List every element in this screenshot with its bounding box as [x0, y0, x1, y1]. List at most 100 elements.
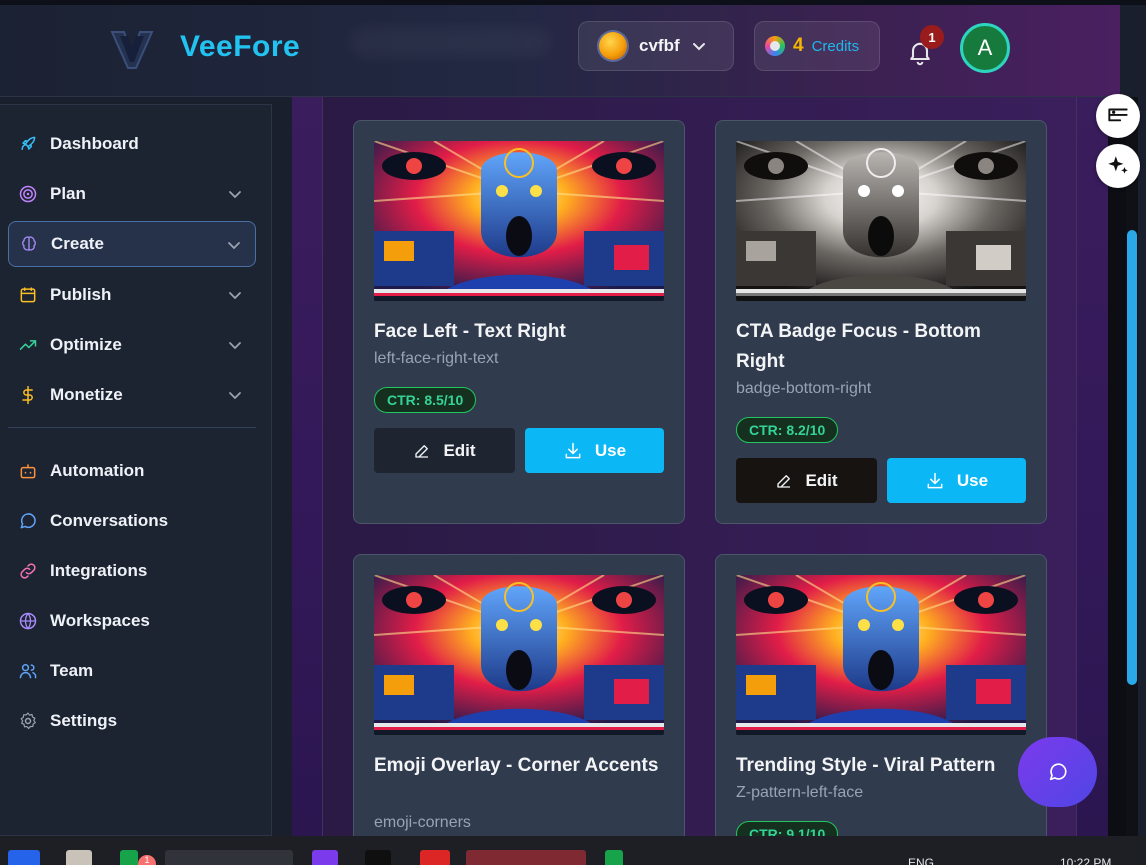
ai-assist-button[interactable]: [1096, 144, 1140, 188]
sidebar-item-conversations[interactable]: Conversations: [8, 498, 256, 544]
browser-window-tab[interactable]: [165, 850, 293, 865]
sidebar-item-label: Create: [51, 234, 104, 253]
sidebar-item-label: Conversations: [50, 511, 169, 530]
template-thumbnail[interactable]: [374, 575, 664, 735]
ctr-badge: CTR: 9.1/10: [736, 821, 839, 836]
template-slug: emoji-corners: [374, 814, 471, 831]
pencil-icon: [777, 474, 791, 488]
template-thumbnail[interactable]: [736, 575, 1026, 735]
sidebar-item-integrations[interactable]: Integrations: [8, 548, 256, 594]
workspace-name: cvfbf: [639, 36, 680, 55]
notification-badge: 1: [920, 25, 944, 49]
brain-icon: [22, 236, 36, 251]
users-icon: [19, 664, 37, 679]
chevron-down-icon: [229, 292, 241, 300]
template-title: Trending Style - Viral Pattern: [736, 755, 996, 776]
template-card[interactable]: Emoji Overlay - Corner Accents emoji-cor…: [353, 554, 685, 836]
ctr-badge: CTR: 8.5/10: [374, 387, 477, 413]
globe-icon: [19, 612, 37, 630]
veefore-logo-icon[interactable]: [110, 28, 154, 70]
workspace-avatar: [599, 32, 627, 60]
app-icon[interactable]: [365, 850, 391, 865]
sidebar: Dashboard Plan Create Publish Optimize M…: [0, 104, 272, 836]
sparkles-icon: [1108, 156, 1128, 174]
edit-button[interactable]: Edit: [736, 458, 877, 503]
use-button[interactable]: Use: [887, 458, 1026, 503]
credits-button[interactable]: 4 Credits: [754, 21, 880, 71]
sidebar-item-automation[interactable]: Automation: [8, 448, 256, 494]
taskbar-badge: 1: [138, 855, 156, 865]
bot-icon: [20, 464, 36, 479]
sidebar-item-monetize[interactable]: Monetize: [8, 372, 256, 418]
template-card[interactable]: CTA Badge Focus - Bottom Right badge-bot…: [715, 120, 1047, 524]
template-thumbnail[interactable]: [374, 141, 664, 301]
sidebar-item-settings[interactable]: Settings: [8, 698, 256, 744]
credits-coin-icon: [765, 36, 785, 56]
edit-label: Edit: [805, 470, 838, 490]
sidebar-divider: [8, 427, 256, 428]
sidebar-item-plan[interactable]: Plan: [8, 171, 256, 217]
ctr-badge: CTR: 8.2/10: [736, 417, 839, 443]
sidebar-item-workspaces[interactable]: Workspaces: [8, 598, 256, 644]
template-slug: Z-pattern-left-face: [736, 784, 864, 801]
sidebar-item-optimize[interactable]: Optimize: [8, 322, 256, 368]
use-button[interactable]: Use: [525, 428, 664, 473]
user-avatar[interactable]: A: [960, 23, 1010, 73]
template-card[interactable]: Trending Style - Viral Pattern Z-pattern…: [715, 554, 1047, 836]
sidebar-item-label: Optimize: [50, 335, 122, 354]
gear-icon: [20, 712, 36, 730]
download-icon: [565, 442, 581, 458]
brand-name[interactable]: VeeFore: [180, 30, 300, 64]
template-title: Face Left - Text Right: [374, 321, 566, 342]
sidebar-item-label: Plan: [50, 184, 86, 203]
download-icon: [927, 472, 943, 488]
workspace-switcher[interactable]: cvfbf: [578, 21, 734, 71]
edit-label: Edit: [443, 440, 476, 460]
rocket-icon: [21, 136, 36, 150]
scrollbar-thumb[interactable]: [1127, 230, 1137, 685]
message-circle-icon: [1049, 763, 1067, 781]
chevron-down-icon: [229, 191, 241, 199]
app-icon[interactable]: [605, 850, 623, 865]
chevron-down-icon: [692, 43, 705, 51]
os-taskbar: 1 ENG 10:22 PM: [0, 836, 1146, 865]
template-slug: badge-bottom-right: [736, 380, 872, 397]
chat-button[interactable]: [1018, 737, 1097, 807]
edit-button[interactable]: Edit: [374, 428, 515, 473]
template-card[interactable]: Face Left - Text Right left-face-right-t…: [353, 120, 685, 524]
clock[interactable]: 10:22 PM: [1060, 856, 1111, 865]
sidebar-item-label: Dashboard: [50, 134, 139, 153]
app-icon[interactable]: [120, 850, 138, 865]
app-icon[interactable]: [312, 850, 338, 865]
message-circle-icon: [20, 513, 36, 529]
file-explorer-icon[interactable]: [66, 850, 92, 865]
template-slug: left-face-right-text: [374, 350, 499, 367]
sidebar-item-publish[interactable]: Publish: [8, 272, 256, 318]
credits-label: Credits: [811, 37, 860, 55]
chevron-down-icon: [229, 342, 241, 350]
language-indicator[interactable]: ENG: [908, 856, 934, 865]
dollar-icon: [22, 385, 33, 405]
template-thumbnail[interactable]: [736, 141, 1026, 301]
sidebar-item-label: Automation: [50, 461, 145, 480]
use-label: Use: [594, 440, 627, 460]
active-window-tab[interactable]: [466, 850, 586, 865]
sidebar-item-team[interactable]: Team: [8, 648, 256, 694]
chevron-down-icon: [228, 242, 240, 250]
sidebar-item-label: Publish: [50, 285, 112, 304]
use-label: Use: [956, 470, 989, 490]
chevron-down-icon: [229, 392, 241, 400]
start-icon[interactable]: [8, 850, 40, 865]
sidebar-item-label: Team: [50, 661, 94, 680]
app-icon[interactable]: [420, 850, 450, 865]
sidebar-item-label: Monetize: [50, 385, 123, 404]
sidebar-item-label: Settings: [50, 711, 118, 730]
sidebar-item-create[interactable]: Create: [8, 221, 256, 267]
sidebar-item-dashboard[interactable]: Dashboard: [8, 121, 256, 167]
template-title: CTA Badge Focus - Bottom Right: [736, 321, 981, 372]
quote-feedback-button[interactable]: [1096, 94, 1140, 138]
pencil-icon: [415, 444, 429, 458]
template-title: Emoji Overlay - Corner Accents: [374, 755, 659, 776]
trending-up-icon: [19, 340, 37, 350]
window-edge: [1108, 97, 1126, 836]
